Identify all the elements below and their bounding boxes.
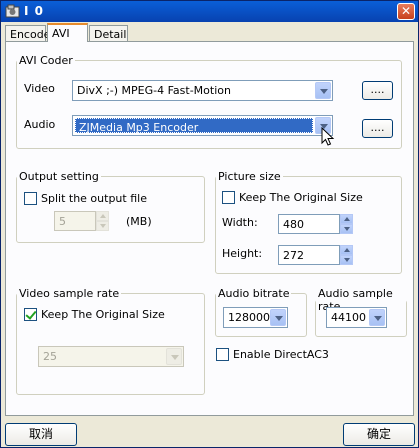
split-output-checkbox[interactable] — [24, 192, 37, 205]
avi-coder-legend: AVI Coder — [19, 54, 73, 67]
spin-down-icon[interactable] — [340, 255, 353, 265]
cancel-button[interactable]: 取消 — [5, 423, 77, 446]
output-setting-group: Output setting — [16, 170, 205, 243]
audio-bitrate-select[interactable]: 128000 — [223, 307, 288, 328]
keep-video-rate-label: Keep The Original Size — [41, 308, 165, 321]
tab-detail[interactable]: Detail — [89, 25, 128, 42]
split-output-label: Split the output file — [41, 192, 147, 205]
height-label: Height: — [222, 247, 263, 260]
dialog-window: I 0 ✕ Encode AVI Detail AVI Coder Video … — [0, 0, 419, 448]
split-unit-label: (MB) — [126, 215, 152, 228]
keep-picture-size-label: Keep The Original Size — [239, 191, 363, 204]
output-setting-legend: Output setting — [19, 170, 99, 183]
chevron-down-icon[interactable] — [166, 348, 182, 365]
audio-label: Audio — [24, 118, 56, 131]
spin-up-icon[interactable] — [340, 245, 353, 255]
audio-bitrate-value: 128000 — [228, 311, 270, 324]
close-button[interactable]: ✕ — [397, 3, 415, 20]
height-input[interactable]: 272 — [278, 245, 340, 265]
mouse-cursor-icon — [321, 127, 335, 146]
video-rate-value: 25 — [43, 350, 57, 363]
spin-up-icon[interactable] — [340, 214, 353, 224]
audio-sample-rate-value: 44100 — [331, 311, 366, 324]
video-label: Video — [24, 82, 55, 95]
width-spinner[interactable] — [340, 214, 353, 234]
spin-down-icon[interactable] — [96, 221, 109, 231]
video-sample-rate-group: Video sample rate — [16, 287, 205, 395]
audio-config-button[interactable]: .... — [362, 119, 393, 138]
tab-panel-avi: AVI Coder Video DivX ;-) MPEG-4 Fast-Mot… — [5, 41, 414, 416]
chevron-down-icon[interactable] — [315, 82, 331, 99]
chevron-down-icon[interactable] — [270, 309, 286, 326]
video-sample-rate-legend: Video sample rate — [19, 287, 120, 300]
audio-codec-value: ZJMedia Mp3 Encoder — [75, 118, 313, 134]
keep-picture-size-checkbox[interactable] — [222, 191, 235, 204]
keep-video-rate-checkbox[interactable] — [24, 308, 37, 321]
width-input[interactable]: 480 — [278, 214, 340, 234]
app-icon — [5, 4, 20, 18]
title-bar[interactable]: I 0 ✕ — [1, 1, 418, 22]
spin-up-icon[interactable] — [96, 211, 109, 221]
video-codec-value: DivX ;-) MPEG-4 Fast-Motion — [77, 84, 231, 97]
picture-size-legend: Picture size — [218, 170, 281, 183]
audio-bitrate-legend: Audio bitrate — [218, 287, 290, 300]
video-config-button[interactable]: .... — [362, 81, 393, 100]
video-rate-select[interactable]: 25 — [38, 346, 184, 367]
chevron-down-icon[interactable] — [369, 309, 385, 326]
tab-avi[interactable]: AVI — [47, 23, 88, 42]
window-title: I 0 — [24, 4, 44, 18]
split-size-input[interactable]: 5 — [54, 211, 96, 231]
audio-sample-rate-select[interactable]: 44100 — [326, 307, 387, 328]
direct-ac3-checkbox[interactable] — [216, 348, 229, 361]
tab-encode[interactable]: Encode — [5, 25, 50, 42]
direct-ac3-label: Enable DirectAC3 — [233, 348, 329, 361]
ok-button[interactable]: 确定 — [343, 423, 415, 446]
video-codec-select[interactable]: DivX ;-) MPEG-4 Fast-Motion — [72, 80, 333, 101]
height-spinner[interactable] — [340, 245, 353, 265]
spin-down-icon[interactable] — [340, 224, 353, 234]
split-size-spinner[interactable] — [96, 211, 109, 231]
width-label: Width: — [222, 216, 258, 229]
audio-codec-select[interactable]: ZJMedia Mp3 Encoder — [72, 115, 333, 136]
